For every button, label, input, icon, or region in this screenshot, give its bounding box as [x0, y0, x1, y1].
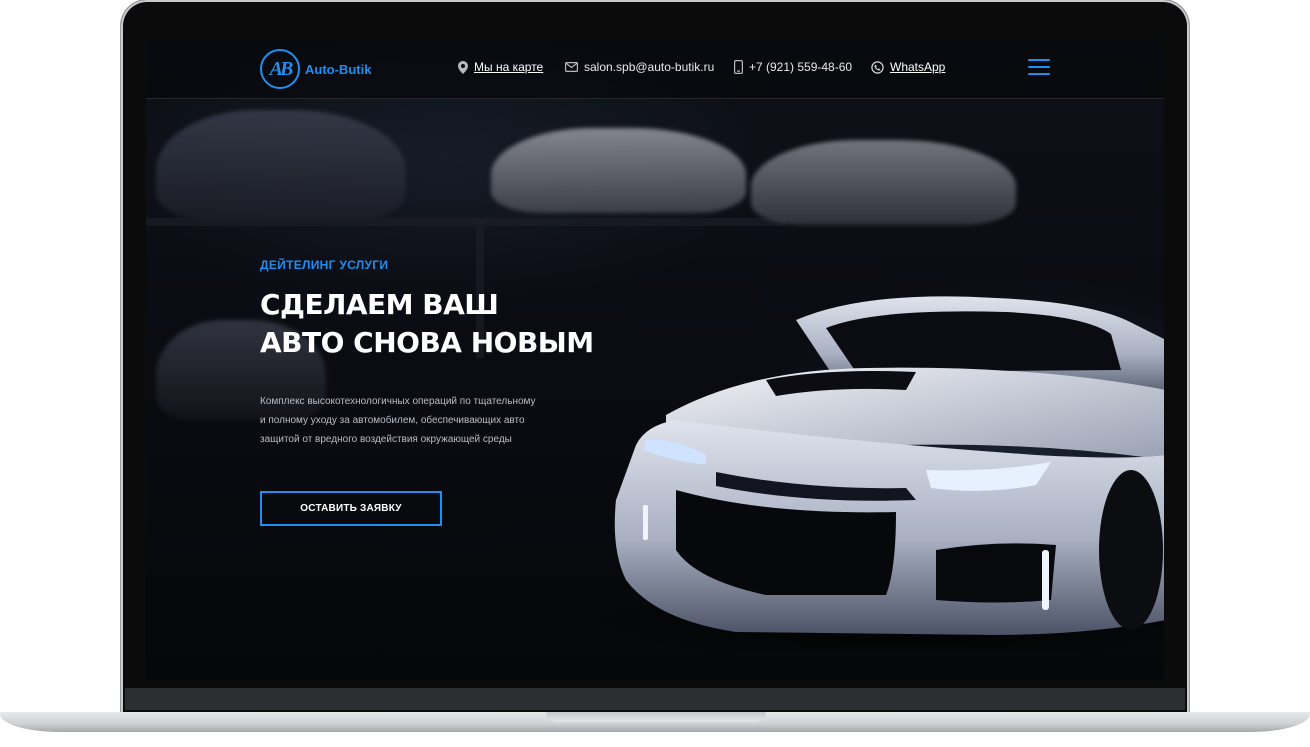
hero-description-line-1: Комплекс высокотехнологичных операций по… — [260, 396, 536, 407]
laptop-bezel — [125, 688, 1185, 710]
hero-title-line-2: АВТО СНОВА НОВЫМ — [260, 326, 594, 359]
hero-description: Комплекс высокотехнологичных операций по… — [260, 392, 560, 449]
laptop-notch — [546, 712, 766, 722]
hero-description-line-2: и полному уходу за автомобилем, обеспечи… — [260, 415, 525, 426]
site-header: AB Auto-Butik Мы на карте salon.spb@auto… — [146, 40, 1164, 99]
phone-icon — [734, 60, 743, 74]
whatsapp-link[interactable]: WhatsApp — [871, 60, 945, 74]
website-screen: AB Auto-Butik Мы на карте salon.spb@auto… — [146, 40, 1164, 680]
phone-link[interactable]: +7 (921) 559-48-60 — [734, 60, 852, 74]
logo[interactable]: AB Auto-Butik — [260, 49, 371, 89]
whatsapp-label[interactable]: WhatsApp — [890, 60, 945, 74]
whatsapp-icon — [871, 60, 884, 74]
background-car — [156, 110, 406, 220]
map-pin-icon — [458, 60, 468, 74]
logo-text: Auto-Butik — [305, 61, 372, 77]
hero-title: СДЕЛАЕМ ВАШ АВТО СНОВА НОВЫМ — [260, 286, 594, 362]
background-car — [491, 128, 746, 213]
hero-eyebrow: ДЕЙТЕЛИНГ УСЛУГИ — [260, 258, 389, 272]
mail-icon — [565, 62, 578, 72]
map-link-label[interactable]: Мы на карте — [474, 60, 543, 74]
map-link[interactable]: Мы на карте — [458, 60, 543, 74]
hero-title-line-1: СДЕЛАЕМ ВАШ — [260, 288, 499, 321]
hero-description-line-3: защитой от вредного воздействия окружающ… — [260, 434, 512, 445]
menu-icon[interactable] — [1028, 59, 1050, 75]
hero-car-image — [576, 296, 1164, 650]
email-link[interactable]: salon.spb@auto-butik.ru — [565, 60, 714, 74]
submit-request-button[interactable]: ОСТАВИТЬ ЗАЯВКУ — [260, 491, 442, 526]
logo-mark: AB — [260, 49, 300, 89]
phone-text[interactable]: +7 (921) 559-48-60 — [749, 60, 852, 74]
background-car — [751, 140, 1016, 225]
email-text[interactable]: salon.spb@auto-butik.ru — [584, 60, 714, 74]
